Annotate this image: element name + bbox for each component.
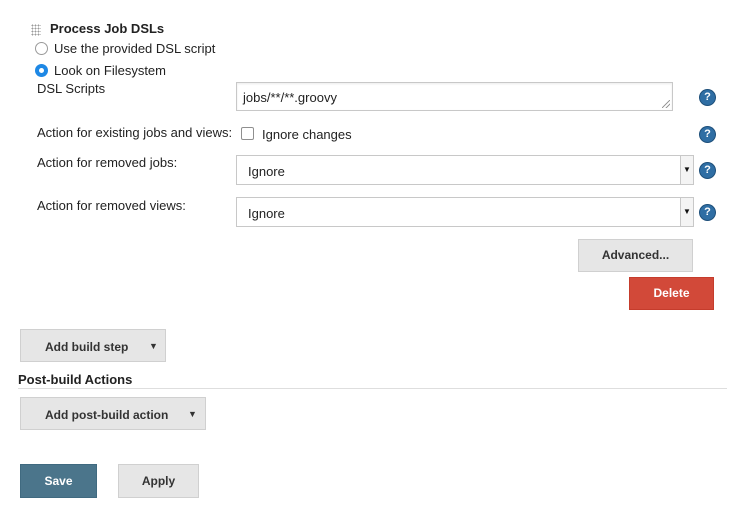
radio-use-provided-label[interactable]: Use the provided DSL script xyxy=(54,41,215,56)
divider xyxy=(18,388,727,389)
radio-look-on-filesystem-label[interactable]: Look on Filesystem xyxy=(54,63,166,78)
save-button[interactable]: Save xyxy=(20,464,97,498)
removed-views-select[interactable]: Ignore ▼ xyxy=(236,197,694,227)
help-icon[interactable]: ? xyxy=(700,205,715,220)
add-post-build-label: Add post-build action xyxy=(45,408,169,422)
help-icon[interactable]: ? xyxy=(700,90,715,105)
add-build-step-button[interactable]: Add build step ▼ xyxy=(20,329,166,362)
radio-use-provided-script[interactable] xyxy=(35,42,48,55)
resize-handle-icon[interactable] xyxy=(662,100,670,108)
dsl-scripts-value: jobs/**/**.groovy xyxy=(243,90,337,105)
delete-button[interactable]: Delete xyxy=(629,277,714,310)
ignore-changes-label[interactable]: Ignore changes xyxy=(262,127,352,142)
add-build-step-label: Add build step xyxy=(45,340,129,354)
post-build-heading: Post-build Actions xyxy=(18,372,133,387)
removed-jobs-label: Action for removed jobs: xyxy=(37,155,178,170)
dsl-scripts-label: DSL Scripts xyxy=(37,81,106,96)
existing-jobs-label: Action for existing jobs and views: xyxy=(37,125,233,140)
section-title: Process Job DSLs xyxy=(50,21,165,36)
dsl-scripts-input[interactable]: jobs/**/**.groovy xyxy=(236,82,673,111)
ignore-changes-checkbox[interactable] xyxy=(241,127,254,140)
drag-handle-icon[interactable] xyxy=(31,24,41,36)
removed-jobs-value: Ignore xyxy=(248,164,285,179)
advanced-button[interactable]: Advanced... xyxy=(578,239,693,272)
chevron-down-icon: ▼ xyxy=(188,409,197,419)
radio-look-on-filesystem[interactable] xyxy=(35,64,48,77)
chevron-down-icon[interactable]: ▼ xyxy=(680,156,693,184)
removed-views-value: Ignore xyxy=(248,206,285,221)
add-post-build-action-button[interactable]: Add post-build action ▼ xyxy=(20,397,206,430)
chevron-down-icon[interactable]: ▼ xyxy=(680,198,693,226)
removed-jobs-select[interactable]: Ignore ▼ xyxy=(236,155,694,185)
removed-views-label: Action for removed views: xyxy=(37,198,186,213)
chevron-down-icon: ▼ xyxy=(149,341,158,351)
help-icon[interactable]: ? xyxy=(700,127,715,142)
help-icon[interactable]: ? xyxy=(700,163,715,178)
apply-button[interactable]: Apply xyxy=(118,464,199,498)
